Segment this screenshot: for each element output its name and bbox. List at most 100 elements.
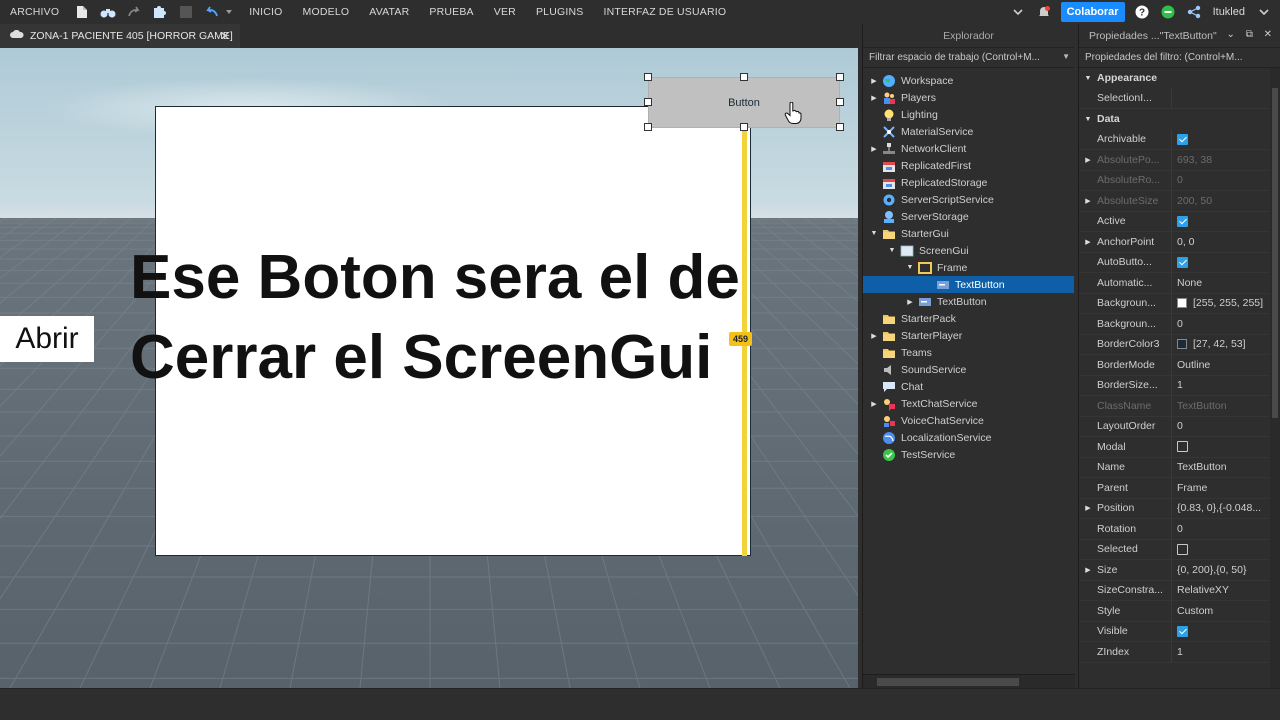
property-category-data[interactable]: ▼ Data (1079, 109, 1280, 130)
undo-icon[interactable] (204, 4, 220, 20)
property-value[interactable]: Frame (1177, 482, 1273, 494)
menu-archivo[interactable]: ARCHIVO (0, 6, 69, 18)
explorer-item-players[interactable]: ▶ Players (863, 89, 1074, 106)
expand-arrow-icon[interactable]: ▶ (1079, 238, 1097, 246)
property-row-modal[interactable]: Modal (1079, 437, 1280, 458)
explorer-item-starterpack[interactable]: StarterPack (863, 310, 1074, 327)
property-row-bordermode[interactable]: BorderMode Outline (1079, 355, 1280, 376)
expand-arrow-icon[interactable]: ▶ (869, 400, 879, 408)
chevron-down-icon[interactable] (1010, 4, 1026, 20)
scrollbar-thumb[interactable] (1272, 88, 1278, 418)
explorer-item-teams[interactable]: Teams (863, 344, 1074, 361)
resize-handle-br[interactable] (836, 123, 844, 131)
property-row-size[interactable]: ▶ Size {0, 200},{0, 50} (1079, 560, 1280, 581)
property-value[interactable] (1177, 215, 1273, 227)
resize-handle-bl[interactable] (644, 123, 652, 131)
property-value[interactable]: [27, 42, 53] (1177, 338, 1273, 350)
resize-handle-mr[interactable] (836, 98, 844, 106)
expand-arrow-icon[interactable]: ▶ (1079, 566, 1097, 574)
checkbox[interactable] (1177, 256, 1188, 268)
notification-bell-icon[interactable] (1036, 4, 1052, 20)
property-row-automatic[interactable]: Automatic... None (1079, 273, 1280, 294)
user-menu-chevron-icon[interactable] (1256, 4, 1272, 20)
property-value[interactable]: 1 (1177, 379, 1273, 391)
plugin-puzzle-icon[interactable] (152, 4, 168, 20)
explorer-item-networkclient[interactable]: ▶ NetworkClient (863, 140, 1074, 157)
property-row-bordercolor3[interactable]: BorderColor3 [27, 42, 53] (1079, 334, 1280, 355)
property-value[interactable] (1177, 441, 1273, 453)
property-value[interactable]: 0 (1177, 523, 1273, 535)
resize-handle-tr[interactable] (836, 73, 844, 81)
property-row-selectioni[interactable]: SelectionI... (1079, 88, 1280, 109)
explorer-item-textchatservice[interactable]: ▶ TextChatService (863, 395, 1074, 412)
filter-dropdown-icon[interactable]: ▼ (1062, 52, 1070, 61)
property-value[interactable]: 200, 50 (1177, 195, 1273, 207)
property-value[interactable]: 0 (1177, 420, 1273, 432)
explorer-item-materialservice[interactable]: MaterialService (863, 123, 1074, 140)
explorer-item-serverscriptservice[interactable]: ServerScriptService (863, 191, 1074, 208)
property-row-zindex[interactable]: ZIndex 1 (1079, 642, 1280, 663)
explorer-item-textbutton[interactable]: TextButton (863, 276, 1074, 293)
resize-handle-tc[interactable] (740, 73, 748, 81)
property-value[interactable]: 1 (1177, 646, 1273, 658)
explorer-item-screengui[interactable]: ▼ ScreenGui (863, 242, 1074, 259)
abrir-button[interactable]: Abrir (0, 316, 94, 362)
share-icon[interactable] (1186, 4, 1202, 20)
resize-handle-tl[interactable] (644, 73, 652, 81)
property-value[interactable]: RelativeXY (1177, 584, 1273, 596)
checkbox[interactable] (1177, 133, 1188, 145)
property-row-active[interactable]: Active (1079, 211, 1280, 232)
explorer-item-frame[interactable]: ▼ Frame (863, 259, 1074, 276)
property-row-selected[interactable]: Selected (1079, 539, 1280, 560)
stop-icon[interactable] (178, 4, 194, 20)
explorer-filter-input[interactable]: Filtrar espacio de trabajo (Control+M...… (863, 48, 1074, 68)
property-value[interactable]: None (1177, 277, 1273, 289)
menu-item-prueba[interactable]: PRUEBA (419, 6, 483, 18)
new-file-icon[interactable] (74, 4, 90, 20)
expand-arrow-icon[interactable]: ▼ (869, 230, 879, 237)
checkbox[interactable] (1177, 215, 1188, 227)
collapse-arrow-icon[interactable]: ▼ (1079, 116, 1097, 123)
property-row-backgroun[interactable]: Backgroun... 0 (1079, 314, 1280, 335)
property-row-rotation[interactable]: Rotation 0 (1079, 519, 1280, 540)
property-value[interactable]: {0.83, 0},{-0.048... (1177, 502, 1273, 514)
property-value[interactable]: {0, 200},{0, 50} (1177, 564, 1273, 576)
color-swatch[interactable] (1177, 339, 1187, 350)
property-value[interactable]: [255, 255, 255] (1177, 297, 1273, 309)
checkbox[interactable] (1177, 441, 1188, 453)
explorer-item-textbutton[interactable]: ▶ TextButton (863, 293, 1074, 310)
menu-item-ver[interactable]: VER (484, 6, 526, 18)
explorer-item-soundservice[interactable]: SoundService (863, 361, 1074, 378)
explorer-item-starterplayer[interactable]: ▶ StarterPlayer (863, 327, 1074, 344)
property-row-style[interactable]: Style Custom (1079, 601, 1280, 622)
explorer-item-localizationservice[interactable]: LocalizationService (863, 429, 1074, 446)
property-row-position[interactable]: ▶ Position {0.83, 0},{-0.048... (1079, 498, 1280, 519)
property-row-backgroun[interactable]: Backgroun... [255, 255, 255] (1079, 293, 1280, 314)
help-icon[interactable]: ? (1134, 4, 1150, 20)
color-swatch[interactable] (1177, 298, 1187, 309)
property-row-visible[interactable]: Visible (1079, 621, 1280, 642)
resize-handle-ml[interactable] (644, 98, 652, 106)
property-row-absolutepo[interactable]: ▶ AbsolutePo... 693, 38 (1079, 150, 1280, 171)
property-value[interactable]: Custom (1177, 605, 1273, 617)
property-row-autobutto[interactable]: AutoButto... (1079, 252, 1280, 273)
property-row-absolutero[interactable]: AbsoluteRo... 0 (1079, 170, 1280, 191)
property-value[interactable]: 0 (1177, 174, 1273, 186)
menu-item-plugins[interactable]: PLUGINS (526, 6, 594, 18)
property-row-archivable[interactable]: Archivable (1079, 129, 1280, 150)
checkbox[interactable] (1177, 625, 1188, 637)
property-row-parent[interactable]: Parent Frame (1079, 478, 1280, 499)
panel-controls[interactable]: ⌄ ⧉ ✕ (1227, 29, 1276, 40)
property-category-appearance[interactable]: ▼ Appearance (1079, 68, 1280, 89)
scrollbar-thumb[interactable] (877, 678, 1019, 686)
3d-viewport[interactable]: 459 Button Ese Boton sera el de Cerrar e… (0, 48, 858, 688)
explorer-item-workspace[interactable]: ▶ Workspace (863, 72, 1074, 89)
explorer-item-lighting[interactable]: Lighting (863, 106, 1074, 123)
expand-arrow-icon[interactable]: ▶ (905, 298, 915, 306)
explorer-item-testservice[interactable]: TestService (863, 446, 1074, 463)
expand-arrow-icon[interactable]: ▶ (1079, 197, 1097, 205)
status-green-icon[interactable] (1160, 4, 1176, 20)
redo-arrow-icon[interactable] (126, 4, 142, 20)
property-row-name[interactable]: Name TextButton (1079, 457, 1280, 478)
property-value[interactable] (1177, 256, 1273, 268)
